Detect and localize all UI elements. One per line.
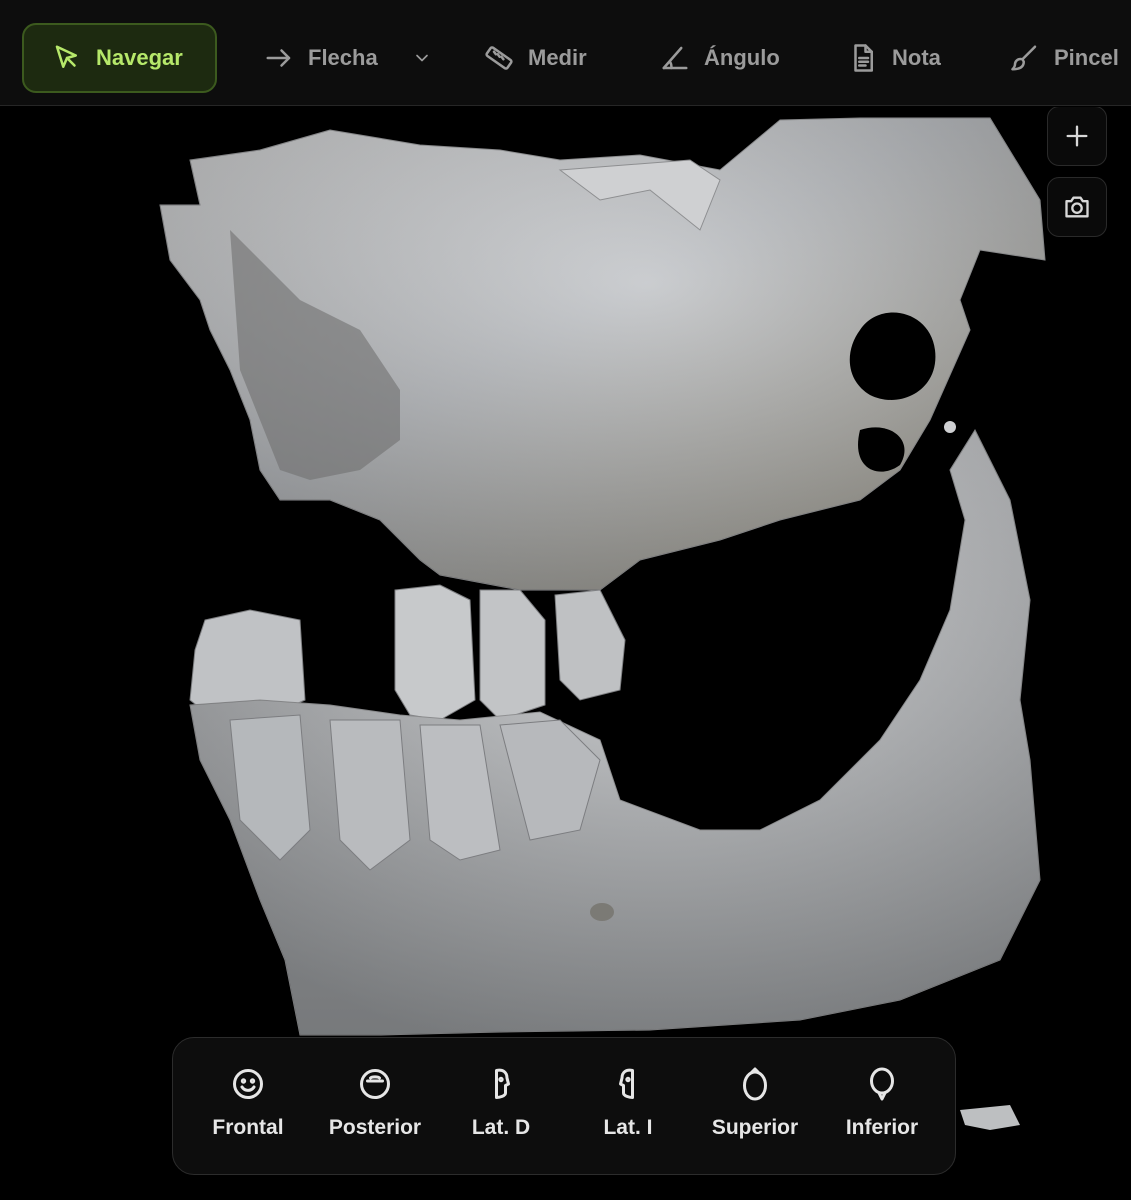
view-label: Posterior <box>328 1116 422 1139</box>
view-superior-button[interactable]: Superior <box>695 1066 815 1140</box>
tool-label: Navegar <box>96 45 183 70</box>
view-label: Lat. D <box>471 1116 531 1139</box>
view-lat-d-button[interactable]: Lat. D <box>441 1066 561 1140</box>
view-label: Inferior <box>845 1116 919 1139</box>
head-top-icon <box>743 1067 767 1101</box>
tool-navegar-button[interactable]: Navegar <box>22 23 217 93</box>
plus-icon <box>1066 125 1088 147</box>
tool-label: Nota <box>892 45 941 70</box>
view-label: Superior <box>711 1116 799 1139</box>
ruler-icon <box>485 46 513 70</box>
chevron-down-icon <box>416 54 428 62</box>
screenshot-button[interactable] <box>1047 177 1107 237</box>
note-icon <box>854 44 873 72</box>
head-bottom-icon <box>870 1067 894 1101</box>
view-lat-i-button[interactable]: Lat. I <box>568 1066 688 1140</box>
cursor-arrow-icon <box>55 45 77 68</box>
face-front-icon <box>233 1069 263 1099</box>
annotation-toolbar: Navegar Flecha Medir Ángulo Nota Pincel <box>0 0 1131 106</box>
tool-medir-button[interactable]: Medir <box>484 23 587 93</box>
head-back-icon <box>360 1069 390 1099</box>
view-presets-bar: Frontal Posterior Lat. D Lat. I Superior… <box>172 1037 956 1175</box>
view-posterior-button[interactable]: Posterior <box>315 1066 435 1140</box>
arrow-right-icon <box>266 49 291 67</box>
tool-label: Pincel <box>1054 45 1119 70</box>
tool-nota-button[interactable]: Nota <box>848 23 941 93</box>
tool-label: Flecha <box>308 45 378 70</box>
view-frontal-button[interactable]: Frontal <box>188 1066 308 1140</box>
flecha-dropdown-toggle[interactable] <box>412 23 432 93</box>
head-left-icon <box>619 1068 634 1099</box>
head-right-icon <box>495 1068 510 1099</box>
view-label: Frontal <box>212 1116 284 1139</box>
tool-flecha-button[interactable]: Flecha <box>264 23 378 93</box>
view-label: Lat. I <box>603 1116 653 1139</box>
zoom-in-button[interactable] <box>1047 107 1107 166</box>
view-inferior-button[interactable]: Inferior <box>822 1066 942 1140</box>
tool-label: Medir <box>528 45 587 70</box>
tool-label: Ángulo <box>704 45 780 70</box>
angle-icon <box>662 46 688 70</box>
brush-icon <box>1011 45 1037 71</box>
tool-pincel-button[interactable]: Pincel <box>1010 23 1119 93</box>
tool-angulo-button[interactable]: Ángulo <box>660 23 780 93</box>
camera-icon <box>1065 196 1089 218</box>
